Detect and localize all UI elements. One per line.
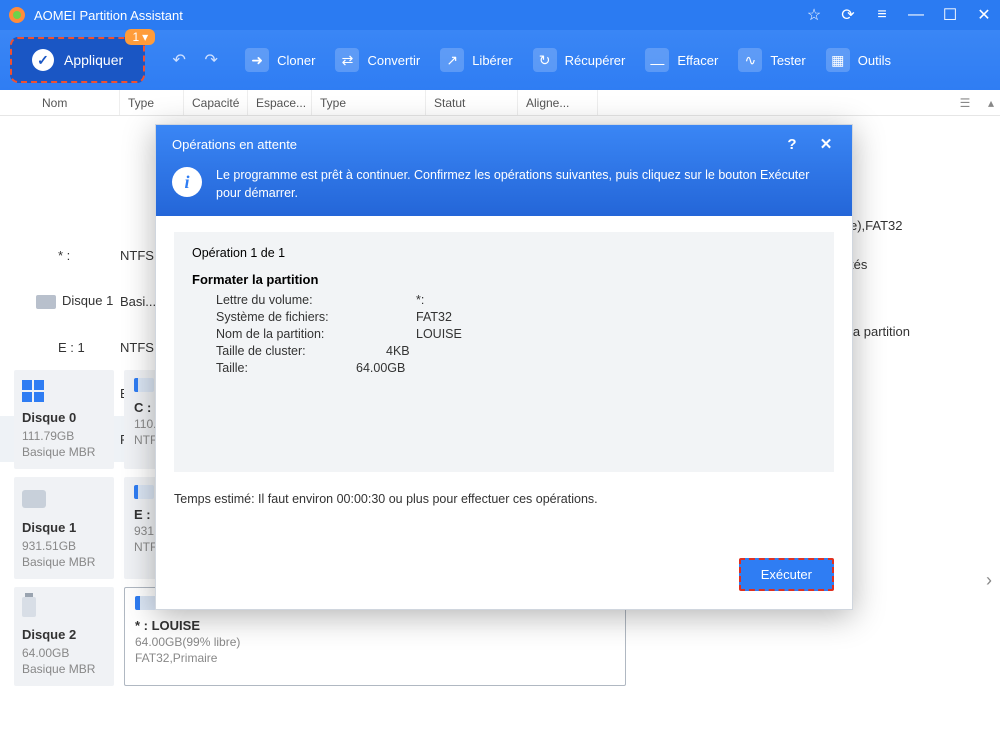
op-val-cluster: 4KB bbox=[386, 344, 576, 358]
windows-disk-icon bbox=[22, 380, 46, 404]
hdd-icon bbox=[22, 490, 46, 514]
redo-button[interactable]: ↷ bbox=[201, 50, 221, 70]
operation-count: Opération 1 de 1 bbox=[192, 246, 816, 260]
dialog-help-icon[interactable]: ? bbox=[782, 136, 802, 153]
recover-icon: ↻ bbox=[533, 48, 557, 72]
info-icon: i bbox=[172, 167, 202, 197]
dialog-close-icon[interactable]: ✕ bbox=[816, 135, 836, 153]
apply-button[interactable]: ✓ Appliquer 1▾ bbox=[10, 37, 145, 83]
apply-label: Appliquer bbox=[64, 52, 123, 68]
scroll-up-icon[interactable]: ▴ bbox=[982, 94, 1000, 112]
scroll-right-icon[interactable]: › bbox=[986, 570, 992, 591]
disk-card-1[interactable]: Disque 1 931.51GB Basique MBR bbox=[14, 477, 114, 579]
dialog-body: Opération 1 de 1 Formater la partition L… bbox=[156, 216, 852, 558]
side-properties[interactable]: tés bbox=[850, 251, 990, 278]
undo-button[interactable]: ↶ bbox=[169, 50, 189, 70]
view-list-icon[interactable]: ☰ bbox=[956, 94, 974, 112]
col-space[interactable]: Espace... bbox=[248, 90, 312, 115]
app-logo-icon bbox=[8, 6, 26, 24]
column-header: Nom Type Capacité Espace... Type Statut … bbox=[0, 90, 1000, 116]
op-key-fs: Système de fichiers: bbox=[216, 310, 416, 324]
col-type2[interactable]: Type bbox=[312, 90, 426, 115]
dialog-info-text: Le programme est prêt à continuer. Confi… bbox=[216, 167, 836, 202]
dialog-header: Opérations en attente ? ✕ i Le programme… bbox=[156, 125, 852, 216]
test-icon: ∿ bbox=[738, 48, 762, 72]
toolbar-convert[interactable]: ⇄Convertir bbox=[335, 48, 420, 72]
op-key-letter: Lettre du volume: bbox=[216, 293, 416, 307]
op-key-label: Nom de la partition: bbox=[216, 327, 416, 341]
col-name[interactable]: Nom bbox=[0, 90, 120, 115]
minimize-icon[interactable]: — bbox=[908, 7, 924, 23]
op-val-label: LOUISE bbox=[416, 327, 576, 341]
execute-button[interactable]: Exécuter bbox=[739, 558, 834, 591]
col-type[interactable]: Type bbox=[120, 90, 184, 115]
toolbar-recover[interactable]: ↻Récupérer bbox=[533, 48, 626, 72]
erase-icon: ⎼ bbox=[645, 48, 669, 72]
clone-icon: ➜ bbox=[245, 48, 269, 72]
estimated-time: Temps estimé: Il faut environ 00:00:30 o… bbox=[174, 492, 834, 506]
dialog-footer: Exécuter bbox=[156, 558, 852, 609]
col-capacity[interactable]: Capacité bbox=[184, 90, 248, 115]
pending-operations-dialog: Opérations en attente ? ✕ i Le programme… bbox=[155, 124, 853, 610]
favorite-icon[interactable]: ☆ bbox=[806, 7, 822, 23]
col-align[interactable]: Aligne... bbox=[518, 90, 598, 115]
chevron-down-icon: ▾ bbox=[142, 30, 148, 44]
operations-panel: Opération 1 de 1 Formater la partition L… bbox=[174, 232, 834, 472]
col-status[interactable]: Statut bbox=[426, 90, 518, 115]
title-bar: AOMEI Partition Assistant ☆ ⟳ ≡ — ☐ ✕ bbox=[0, 0, 1000, 30]
side-format-partition[interactable]: la partition bbox=[850, 318, 990, 345]
convert-icon: ⇄ bbox=[335, 48, 359, 72]
toolbar-erase[interactable]: ⎼Effacer bbox=[645, 48, 718, 72]
close-icon[interactable]: ✕ bbox=[976, 7, 992, 23]
side-hint-fat: e),FAT32 bbox=[850, 212, 990, 239]
usb-drive-icon bbox=[22, 597, 46, 621]
menu-icon[interactable]: ≡ bbox=[874, 7, 890, 23]
undo-redo-group: ↶ ↷ bbox=[169, 50, 221, 70]
toolbar-tools[interactable]: ▦Outils bbox=[826, 48, 891, 72]
disk-card-0[interactable]: Disque 0 111.79GB Basique MBR bbox=[14, 370, 114, 469]
op-val-letter: *: bbox=[416, 293, 576, 307]
refresh-icon[interactable]: ⟳ bbox=[840, 7, 856, 23]
toolbar-free[interactable]: ↗Libérer bbox=[440, 48, 512, 72]
pending-count-badge: 1▾ bbox=[125, 29, 155, 45]
right-panel: e),FAT32 tés la partition bbox=[840, 116, 1000, 355]
op-val-fs: FAT32 bbox=[416, 310, 576, 324]
toolbar-clone[interactable]: ➜Cloner bbox=[245, 48, 315, 72]
operation-name: Formater la partition bbox=[192, 272, 816, 287]
disk-card-2[interactable]: Disque 2 64.00GB Basique MBR bbox=[14, 587, 114, 686]
tools-icon: ▦ bbox=[826, 48, 850, 72]
maximize-icon[interactable]: ☐ bbox=[942, 7, 958, 23]
free-icon: ↗ bbox=[440, 48, 464, 72]
app-title: AOMEI Partition Assistant bbox=[34, 8, 806, 23]
operation-details: Lettre du volume: *: Système de fichiers… bbox=[216, 293, 816, 375]
main-toolbar: ✓ Appliquer 1▾ ↶ ↷ ➜Cloner ⇄Convertir ↗L… bbox=[0, 30, 1000, 90]
toolbar-test[interactable]: ∿Tester bbox=[738, 48, 805, 72]
op-val-size: 64.00GB bbox=[356, 361, 576, 375]
apply-check-icon: ✓ bbox=[32, 49, 54, 71]
disk-icon bbox=[36, 295, 56, 309]
dialog-title: Opérations en attente bbox=[172, 137, 768, 152]
